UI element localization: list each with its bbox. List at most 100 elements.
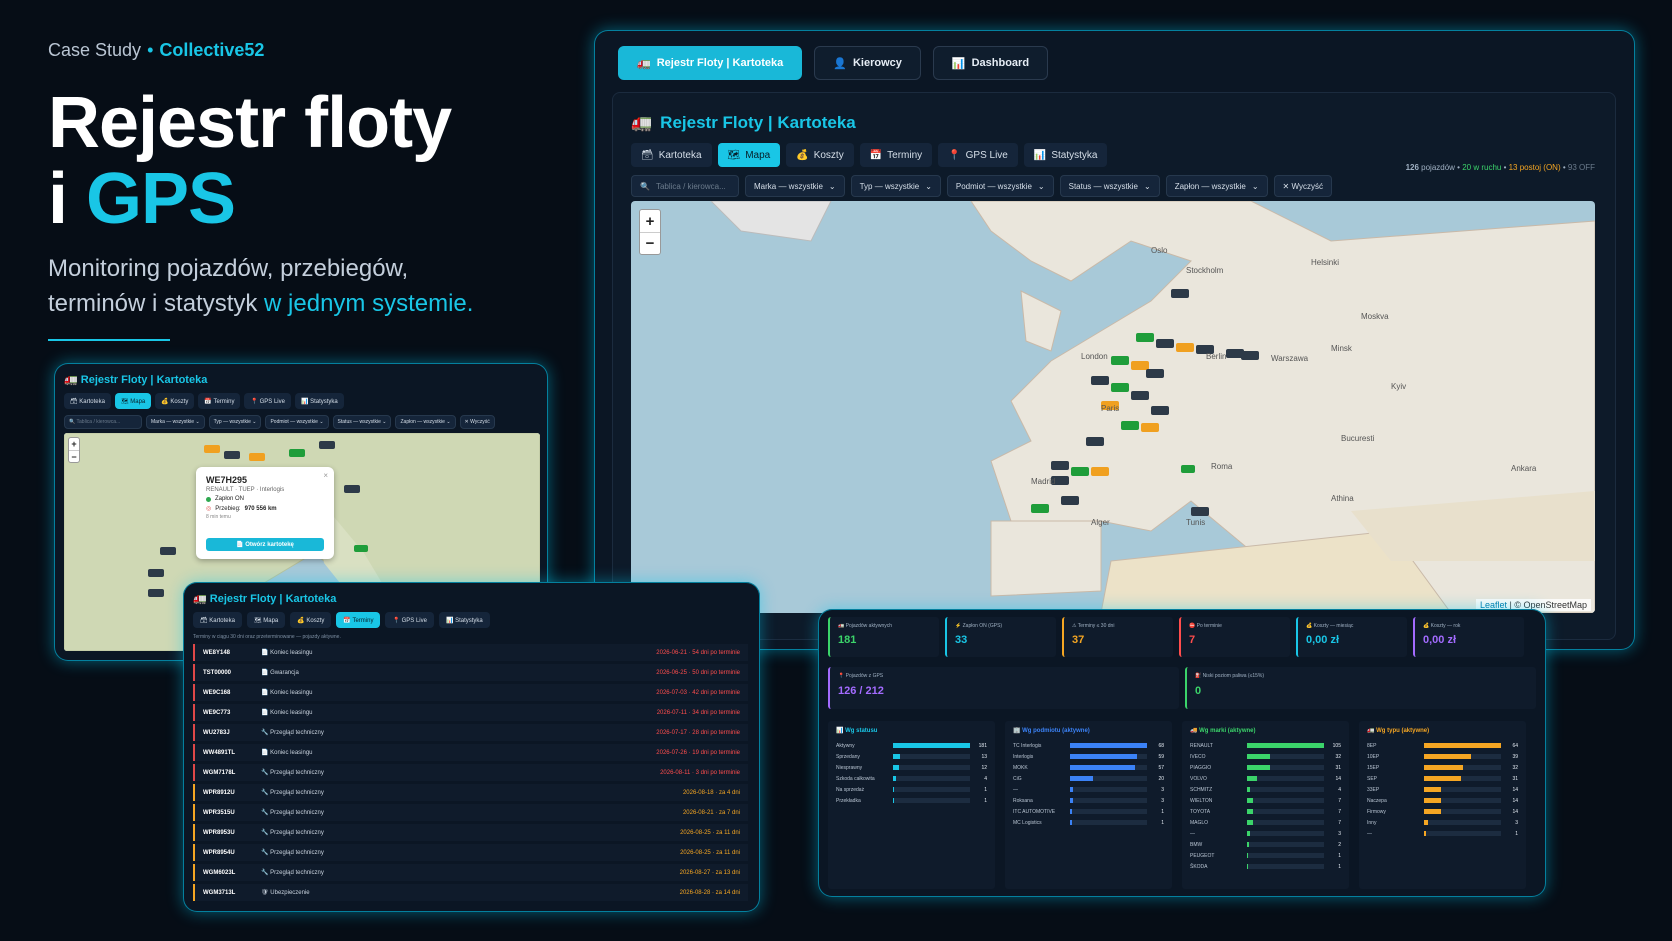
- deadline-date: 2026-07-17 · 28 dni po terminie: [656, 729, 740, 736]
- tab-mapa[interactable]: 🗺 Mapa: [717, 143, 781, 167]
- tab-label: Terminy: [887, 149, 923, 161]
- bar-value: 31: [1335, 764, 1341, 771]
- tab-terminy[interactable]: 📅 Terminy: [859, 143, 933, 167]
- bar-label: Na sprzedaż: [836, 786, 865, 793]
- tab-statystyka[interactable]: 📊 Statystyka: [1023, 143, 1108, 167]
- open-record-button[interactable]: 📄 Otwórz kartotekę: [206, 538, 324, 551]
- deadline-row[interactable]: WE8Y148 📄 Koniec leasingu 2026-06-21 · 54 …: [193, 644, 748, 661]
- deadline-date: 2026-07-03 · 42 dni po terminie: [656, 689, 740, 696]
- deadline-row[interactable]: WPR8912U 🔧 Przegląd techniczny 2026-08-18 …: [193, 784, 748, 801]
- deadline-type: 🔧 Przegląd techniczny: [261, 810, 324, 816]
- tab-kartoteka[interactable]: 🗃 Kartoteka: [64, 393, 111, 409]
- search-input[interactable]: 🔍 Tablica / kierowca...: [631, 175, 739, 197]
- filter-typ[interactable]: Typ — wszystkie ⌄: [208, 415, 262, 429]
- bar-fill: [893, 743, 970, 748]
- tab-label: Statystyka: [1051, 149, 1098, 161]
- bar-value: 2: [1338, 841, 1341, 848]
- bar-row: —3: [1013, 784, 1164, 795]
- deadline-row[interactable]: WU2783J 🔧 Przegląd techniczny 2026-07-17 ·…: [193, 724, 748, 741]
- breakdown-panels: 📊 Wg statusu Aktywny 181 Sprzedany 13 Niespra…: [828, 721, 1526, 889]
- filter-label: Status — wszystkie: [1068, 181, 1138, 191]
- deadline-row[interactable]: WPR8953U 🔧 Przegląd techniczny 2026-08-25 …: [193, 824, 748, 841]
- bar-fill: [1424, 743, 1501, 748]
- filter-typ[interactable]: Typ — wszystkie ⌄: [850, 175, 941, 197]
- chevron-down-icon: ⌄: [828, 181, 836, 191]
- bar-track: [893, 776, 970, 781]
- bar-track: [1247, 743, 1324, 748]
- tab-gps-live[interactable]: 📍 GPS Live: [244, 393, 291, 409]
- filter-status[interactable]: Status — wszystkie ⌄: [332, 415, 392, 429]
- tab-kartoteka[interactable]: 🗃 Kartoteka: [631, 143, 712, 167]
- tab-gps-live[interactable]: 📍 GPS Live: [385, 612, 434, 628]
- deadline-plate: WE9C168: [203, 689, 231, 696]
- clear-button[interactable]: ✕ Wyczyść: [459, 415, 495, 429]
- bar-value: 3: [1161, 786, 1164, 793]
- deadline-row[interactable]: WPR3515U 🔧 Przegląd techniczny 2026-08-21 …: [193, 804, 748, 821]
- bar-fill: [1070, 743, 1147, 748]
- hero-section: Case Study • Collective52 Rejestr floty i …: [48, 40, 568, 341]
- filter-marka[interactable]: Marka — wszystkie ⌄: [146, 415, 205, 429]
- tab-kierowcy[interactable]: 👤 Kierowcy: [814, 46, 921, 80]
- bar-track: [1070, 809, 1147, 814]
- tab-gps-live[interactable]: 📍 GPS Live: [938, 143, 1018, 167]
- bar-value: 12: [981, 764, 987, 771]
- bar-track: [1070, 787, 1147, 792]
- breakdown-panel: 🏢 Wg podmiotu (aktywne) TC Interlogis 68 In…: [1005, 721, 1172, 889]
- filter-zaplon[interactable]: Zapłon — wszystkie ⌄: [395, 415, 456, 429]
- bar-value: 4: [1338, 786, 1341, 793]
- zoom-in-button[interactable]: +: [640, 210, 660, 232]
- search-input[interactable]: 🔍 Tablica / kierowca...: [64, 415, 142, 429]
- tab-dashboard[interactable]: 📊 Dashboard: [932, 46, 1049, 80]
- bar-row: 8EP 64: [1367, 740, 1518, 751]
- deadline-row[interactable]: WGM3713L 🛡 Ubezpieczenie 2026-08-28 · za 1…: [193, 884, 748, 901]
- deadline-date: 2026-07-11 · 34 dni po terminie: [656, 709, 740, 716]
- tab-terminy[interactable]: 📅 Terminy: [336, 612, 381, 628]
- deadline-row[interactable]: TST00000 📄 Gwarancja 2026-06-25 · 50 dni p…: [193, 664, 748, 681]
- bar-label: Firmowy: [1367, 808, 1386, 815]
- bar-fill: [1247, 864, 1249, 869]
- tab-koszty[interactable]: 💰 Koszty: [155, 393, 195, 409]
- panel-title: 📊 Wg statusu: [836, 728, 878, 734]
- bar-value: 32: [1512, 764, 1518, 771]
- filter-status[interactable]: Status — wszystkie ⌄: [1059, 175, 1160, 197]
- filter-zaplon[interactable]: Zapłon — wszystkie ⌄: [1165, 175, 1268, 197]
- tab-rejestr[interactable]: 🚛 Rejestr Floty | Kartoteka: [618, 46, 803, 80]
- bar-row: TOYOTA 7: [1190, 806, 1341, 817]
- bar-track: [1070, 776, 1147, 781]
- filter-podmiot[interactable]: Podmiot — wszystkie ⌄: [265, 415, 329, 429]
- deadline-row[interactable]: WPR8954U 🔧 Przegląd techniczny 2026-08-25 …: [193, 844, 748, 861]
- tab-terminy[interactable]: 📅 Terminy: [198, 393, 241, 409]
- city-label: Ankara: [1511, 464, 1537, 473]
- zoom-in-button[interactable]: +: [69, 438, 79, 450]
- bar-value: 3: [1161, 797, 1164, 804]
- deadline-plate: WE9C773: [203, 709, 231, 716]
- deadline-date: 2026-08-21 · za 7 dni: [682, 809, 740, 816]
- deadline-row[interactable]: WE9C773 📄 Koniec leasingu 2026-07-11 · 34 …: [193, 704, 748, 721]
- deadline-row[interactable]: WW4891TL 📄 Koniec leasingu 2026-07-26 · 19…: [193, 744, 748, 761]
- close-icon[interactable]: ×: [323, 471, 328, 480]
- tab-mapa[interactable]: 🗺 Mapa: [114, 393, 152, 409]
- tab-kartoteka[interactable]: 🗃 Kartoteka: [193, 612, 242, 628]
- deadline-row[interactable]: WE9C168 📄 Koniec leasingu 2026-07-03 · 42 …: [193, 684, 748, 701]
- zoom-out-button[interactable]: −: [640, 232, 660, 254]
- deadline-row[interactable]: WGM7178L 🔧 Przegląd techniczny 2026-08-11 …: [193, 764, 748, 781]
- filter-marka[interactable]: Marka — wszystkie ⌄: [745, 175, 845, 197]
- main-window: 🚛 Rejestr Floty | Kartoteka 👤 Kierowcy 📊 Da…: [594, 30, 1635, 650]
- tab-koszty[interactable]: 💰 Koszty: [786, 143, 854, 167]
- deadline-plate: WE8Y148: [203, 649, 231, 656]
- tab-koszty[interactable]: 💰 Koszty: [290, 612, 332, 628]
- fleet-map[interactable]: Oslo Stockholm Moskva London Roma Madrid…: [631, 201, 1595, 613]
- tab-statystyka[interactable]: 📊 Statystyka: [438, 612, 490, 628]
- breakdown-panel: 📊 Wg statusu Aktywny 181 Sprzedany 13 Niespra…: [828, 721, 995, 889]
- zoom-out-button[interactable]: −: [69, 450, 79, 462]
- bar-row: Aktywny 181: [836, 740, 987, 751]
- tab-mapa[interactable]: 🗺 Mapa: [246, 612, 286, 628]
- bar-track: [1247, 765, 1324, 770]
- bar-label: TC Interlogis: [1013, 742, 1042, 749]
- kpi-row: 🚛 Pojazdów aktywnych 181 ⚡ Zapłon ON (GPS)…: [828, 617, 1524, 657]
- bar-track: [1247, 754, 1324, 759]
- tab-statystyka[interactable]: 📊 Statystyka: [294, 393, 344, 409]
- clear-button[interactable]: ✕ Wyczyść: [1273, 175, 1332, 197]
- deadline-row[interactable]: WGM6023L 🔧 Przegląd techniczny 2026-08-27 …: [193, 864, 748, 881]
- filter-podmiot[interactable]: Podmiot — wszystkie ⌄: [946, 175, 1054, 197]
